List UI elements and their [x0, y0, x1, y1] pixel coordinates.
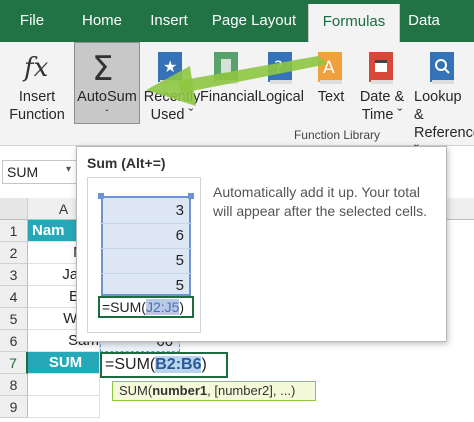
financial-button[interactable]: Financial	[200, 42, 259, 128]
book-icon	[214, 52, 238, 84]
row-header-2[interactable]: 2	[0, 242, 28, 264]
date-time-button[interactable]: Date & Time ˇ	[354, 42, 410, 128]
ribbon: fx Insert Function Σ AutoSum ˇ ★ Recentl…	[0, 42, 474, 159]
screentip-preview: 3 6 5 5 =SUM(J2:J5)	[87, 177, 201, 333]
arg-tip-rest: , [number2], ...)	[207, 383, 296, 398]
formula-range-ref: B2:B6	[155, 356, 202, 373]
tab-formulas[interactable]: Formulas	[308, 4, 400, 42]
cell-a7[interactable]: SUM	[28, 352, 100, 374]
formula-prefix: =SUM(	[105, 356, 156, 373]
autosum-dropdown-caret[interactable]: ˇ	[74, 106, 140, 124]
svg-text:?: ?	[274, 58, 283, 78]
tab-insert[interactable]: Insert	[140, 0, 198, 42]
preview-value-3: 5	[175, 252, 184, 269]
preview-handle-tl	[98, 193, 104, 199]
logical-button[interactable]: ? Logical	[256, 42, 306, 128]
fx-icon: fx	[22, 53, 49, 83]
text-label: Text	[317, 89, 345, 105]
row-header-6[interactable]: 6	[0, 330, 28, 352]
preview-value-4: 5	[175, 277, 184, 294]
row-header-7[interactable]: 7	[0, 352, 28, 374]
text-button[interactable]: A Text	[308, 42, 354, 128]
tab-data[interactable]: Data	[404, 0, 444, 42]
screentip-title: Sum (Alt+=)	[87, 155, 166, 171]
autosum-screentip: Sum (Alt+=) 3 6 5 5 =SUM(J2:J5) Automati…	[76, 146, 447, 342]
cell-b7-editing[interactable]: =SUM(B2:B6)	[100, 352, 228, 378]
preview-value-1: 3	[175, 202, 184, 219]
cell-a8[interactable]	[28, 374, 100, 396]
search-book-icon	[430, 52, 454, 84]
tab-file[interactable]: File	[0, 0, 64, 42]
svg-text:★: ★	[163, 57, 177, 76]
sigma-icon: Σ	[92, 50, 113, 86]
insert-function-button[interactable]: fx Insert Function	[4, 42, 70, 128]
excel-window: File Home Insert Page Layout Formulas Da…	[0, 0, 474, 422]
ribbon-tab-bar: File Home Insert Page Layout Formulas Da…	[0, 0, 474, 42]
autosum-label: AutoSum	[77, 89, 137, 105]
function-library-group-label: Function Library	[293, 128, 381, 142]
tab-home[interactable]: Home	[64, 0, 140, 42]
formula-suffix: )	[201, 356, 207, 373]
date-time-label-2: Time ˇ	[361, 107, 403, 123]
star-book-icon: ★	[158, 52, 182, 84]
arg-tip-current-arg: number1	[152, 383, 208, 398]
a-book-icon: A	[318, 52, 342, 84]
question-book-icon: ?	[268, 52, 292, 84]
row-header-4[interactable]: 4	[0, 286, 28, 308]
lookup-reference-button[interactable]: Lookup & Reference ˇ	[410, 42, 474, 159]
svg-text:fx: fx	[22, 53, 49, 83]
insert-function-label-1: Insert	[18, 89, 56, 105]
financial-label: Financial	[200, 89, 259, 105]
arg-tip-function: SUM(	[119, 383, 153, 398]
preview-formula: =SUM(J2:J5)	[98, 296, 194, 318]
lookup-label-1: Lookup &	[414, 89, 462, 123]
function-argument-tooltip[interactable]: SUM(number1, [number2], ...)	[112, 381, 316, 401]
calendar-book-icon	[369, 52, 393, 84]
name-box-dropdown-icon[interactable]: ▾	[66, 164, 71, 175]
insert-function-label-2: Function	[9, 107, 65, 123]
row-header-9[interactable]: 9	[0, 396, 28, 418]
select-all-corner[interactable]	[0, 198, 28, 220]
row-header-3[interactable]: 3	[0, 264, 28, 286]
date-time-label-1: Date &	[359, 89, 405, 105]
row-header-5[interactable]: 5	[0, 308, 28, 330]
svg-text:Σ: Σ	[92, 50, 113, 86]
screentip-description: Automatically add it up. Your total will…	[213, 184, 427, 219]
preview-value-2: 6	[175, 227, 184, 244]
recently-used-button[interactable]: ★ Recently Used ˇ	[142, 42, 202, 128]
svg-text:A: A	[323, 58, 335, 78]
recently-used-label-2: Used ˇ	[150, 107, 194, 123]
tab-page-layout[interactable]: Page Layout	[204, 0, 304, 42]
logical-label: Logical	[258, 89, 304, 105]
preview-handle-tr	[188, 193, 194, 199]
cell-a9[interactable]	[28, 396, 100, 418]
autosum-button[interactable]: Σ AutoSum ˇ	[74, 42, 140, 128]
recently-used-label-1: Recently	[143, 89, 201, 105]
row-header-8[interactable]: 8	[0, 374, 28, 396]
row-header-1[interactable]: 1	[0, 220, 28, 242]
